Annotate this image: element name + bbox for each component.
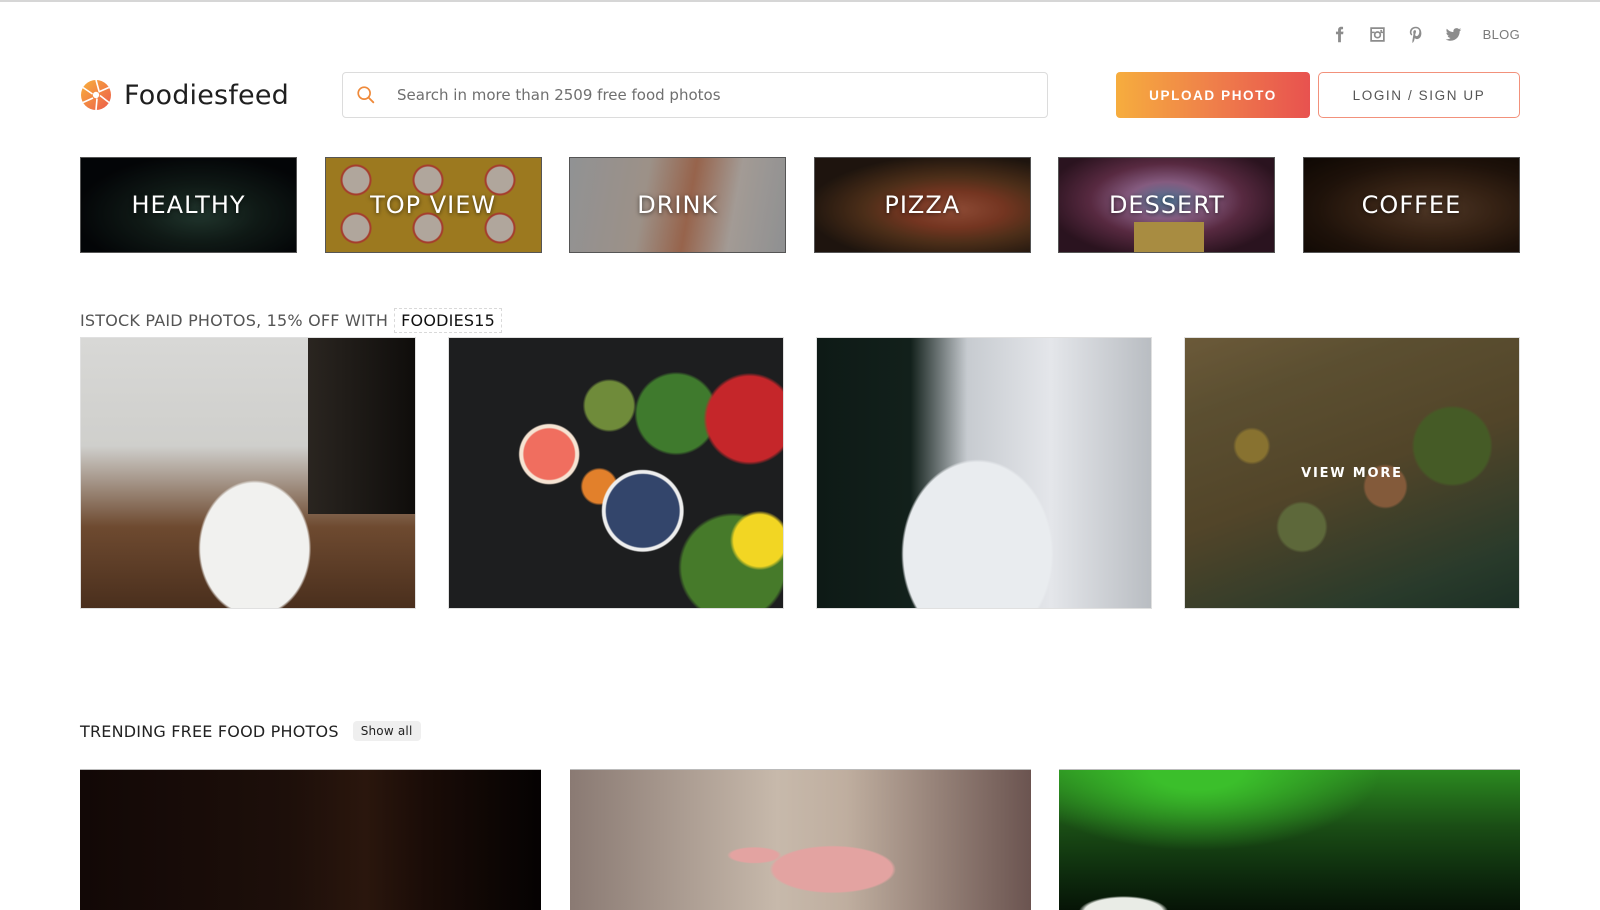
twitter-icon	[1445, 27, 1462, 41]
category-label: TOP VIEW	[370, 191, 497, 219]
pinterest-link[interactable]	[1397, 22, 1435, 46]
category-label: DESSERT	[1108, 191, 1225, 219]
foodiesfeed-logo-icon	[81, 79, 111, 111]
header: Foodiesfeed UPLOAD PHOTO LOGIN / SIGN UP	[80, 72, 1520, 118]
twitter-link[interactable]	[1435, 22, 1473, 46]
istock-photo-chef-plating[interactable]	[816, 337, 1152, 609]
social-bar: BLOG	[1321, 22, 1520, 46]
category-dessert[interactable]: DESSERT	[1058, 157, 1276, 253]
category-top-view[interactable]: TOP VIEW	[324, 157, 542, 253]
trending-photo[interactable]	[80, 769, 541, 910]
upload-photo-button[interactable]: UPLOAD PHOTO	[1116, 72, 1310, 118]
trending-section-heading: TRENDING FREE FOOD PHOTOS Show all	[80, 721, 421, 741]
istock-photos: VIEW MORE	[80, 337, 1520, 609]
category-tiles: HEALTHY TOP VIEW DRINK PIZZA DESSERT COF…	[80, 157, 1520, 253]
instagram-icon	[1370, 26, 1385, 42]
trending-photo[interactable]	[569, 769, 1031, 910]
blog-link[interactable]: BLOG	[1483, 27, 1520, 42]
view-more-label: VIEW MORE	[1301, 465, 1403, 481]
category-healthy[interactable]: HEALTHY	[80, 157, 297, 253]
search-box[interactable]	[342, 72, 1048, 118]
category-drink[interactable]: DRINK	[569, 157, 787, 253]
facebook-link[interactable]	[1321, 22, 1359, 46]
trending-photos	[80, 769, 1520, 910]
instagram-link[interactable]	[1359, 22, 1397, 46]
category-coffee[interactable]: COFFEE	[1302, 157, 1520, 253]
category-label: PIZZA	[884, 191, 961, 219]
brand-name: Foodiesfeed	[124, 79, 289, 111]
istock-photo-vegetables[interactable]	[448, 337, 784, 609]
search-icon	[357, 86, 375, 104]
category-pizza[interactable]: PIZZA	[813, 157, 1031, 253]
istock-section-heading: ISTOCK PAID PHOTOS, 15% OFF WITH FOODIES…	[80, 308, 502, 333]
search-input[interactable]	[397, 86, 1017, 104]
category-label: HEALTHY	[131, 191, 246, 219]
category-label: DRINK	[637, 191, 719, 219]
istock-title: ISTOCK PAID PHOTOS, 15% OFF WITH	[80, 311, 389, 330]
login-signup-button[interactable]: LOGIN / SIGN UP	[1318, 72, 1520, 118]
facebook-icon	[1336, 26, 1344, 42]
view-more-tile[interactable]: VIEW MORE	[1184, 337, 1520, 609]
promo-code[interactable]: FOODIES15	[394, 308, 502, 333]
logo[interactable]: Foodiesfeed	[80, 79, 289, 111]
category-label: COFFEE	[1361, 191, 1462, 219]
istock-photo-chef-drizzle[interactable]	[80, 337, 416, 609]
pinterest-icon	[1410, 26, 1422, 43]
trending-photo[interactable]	[1059, 769, 1520, 910]
trending-title: TRENDING FREE FOOD PHOTOS	[80, 721, 339, 741]
show-all-button[interactable]: Show all	[352, 721, 421, 741]
